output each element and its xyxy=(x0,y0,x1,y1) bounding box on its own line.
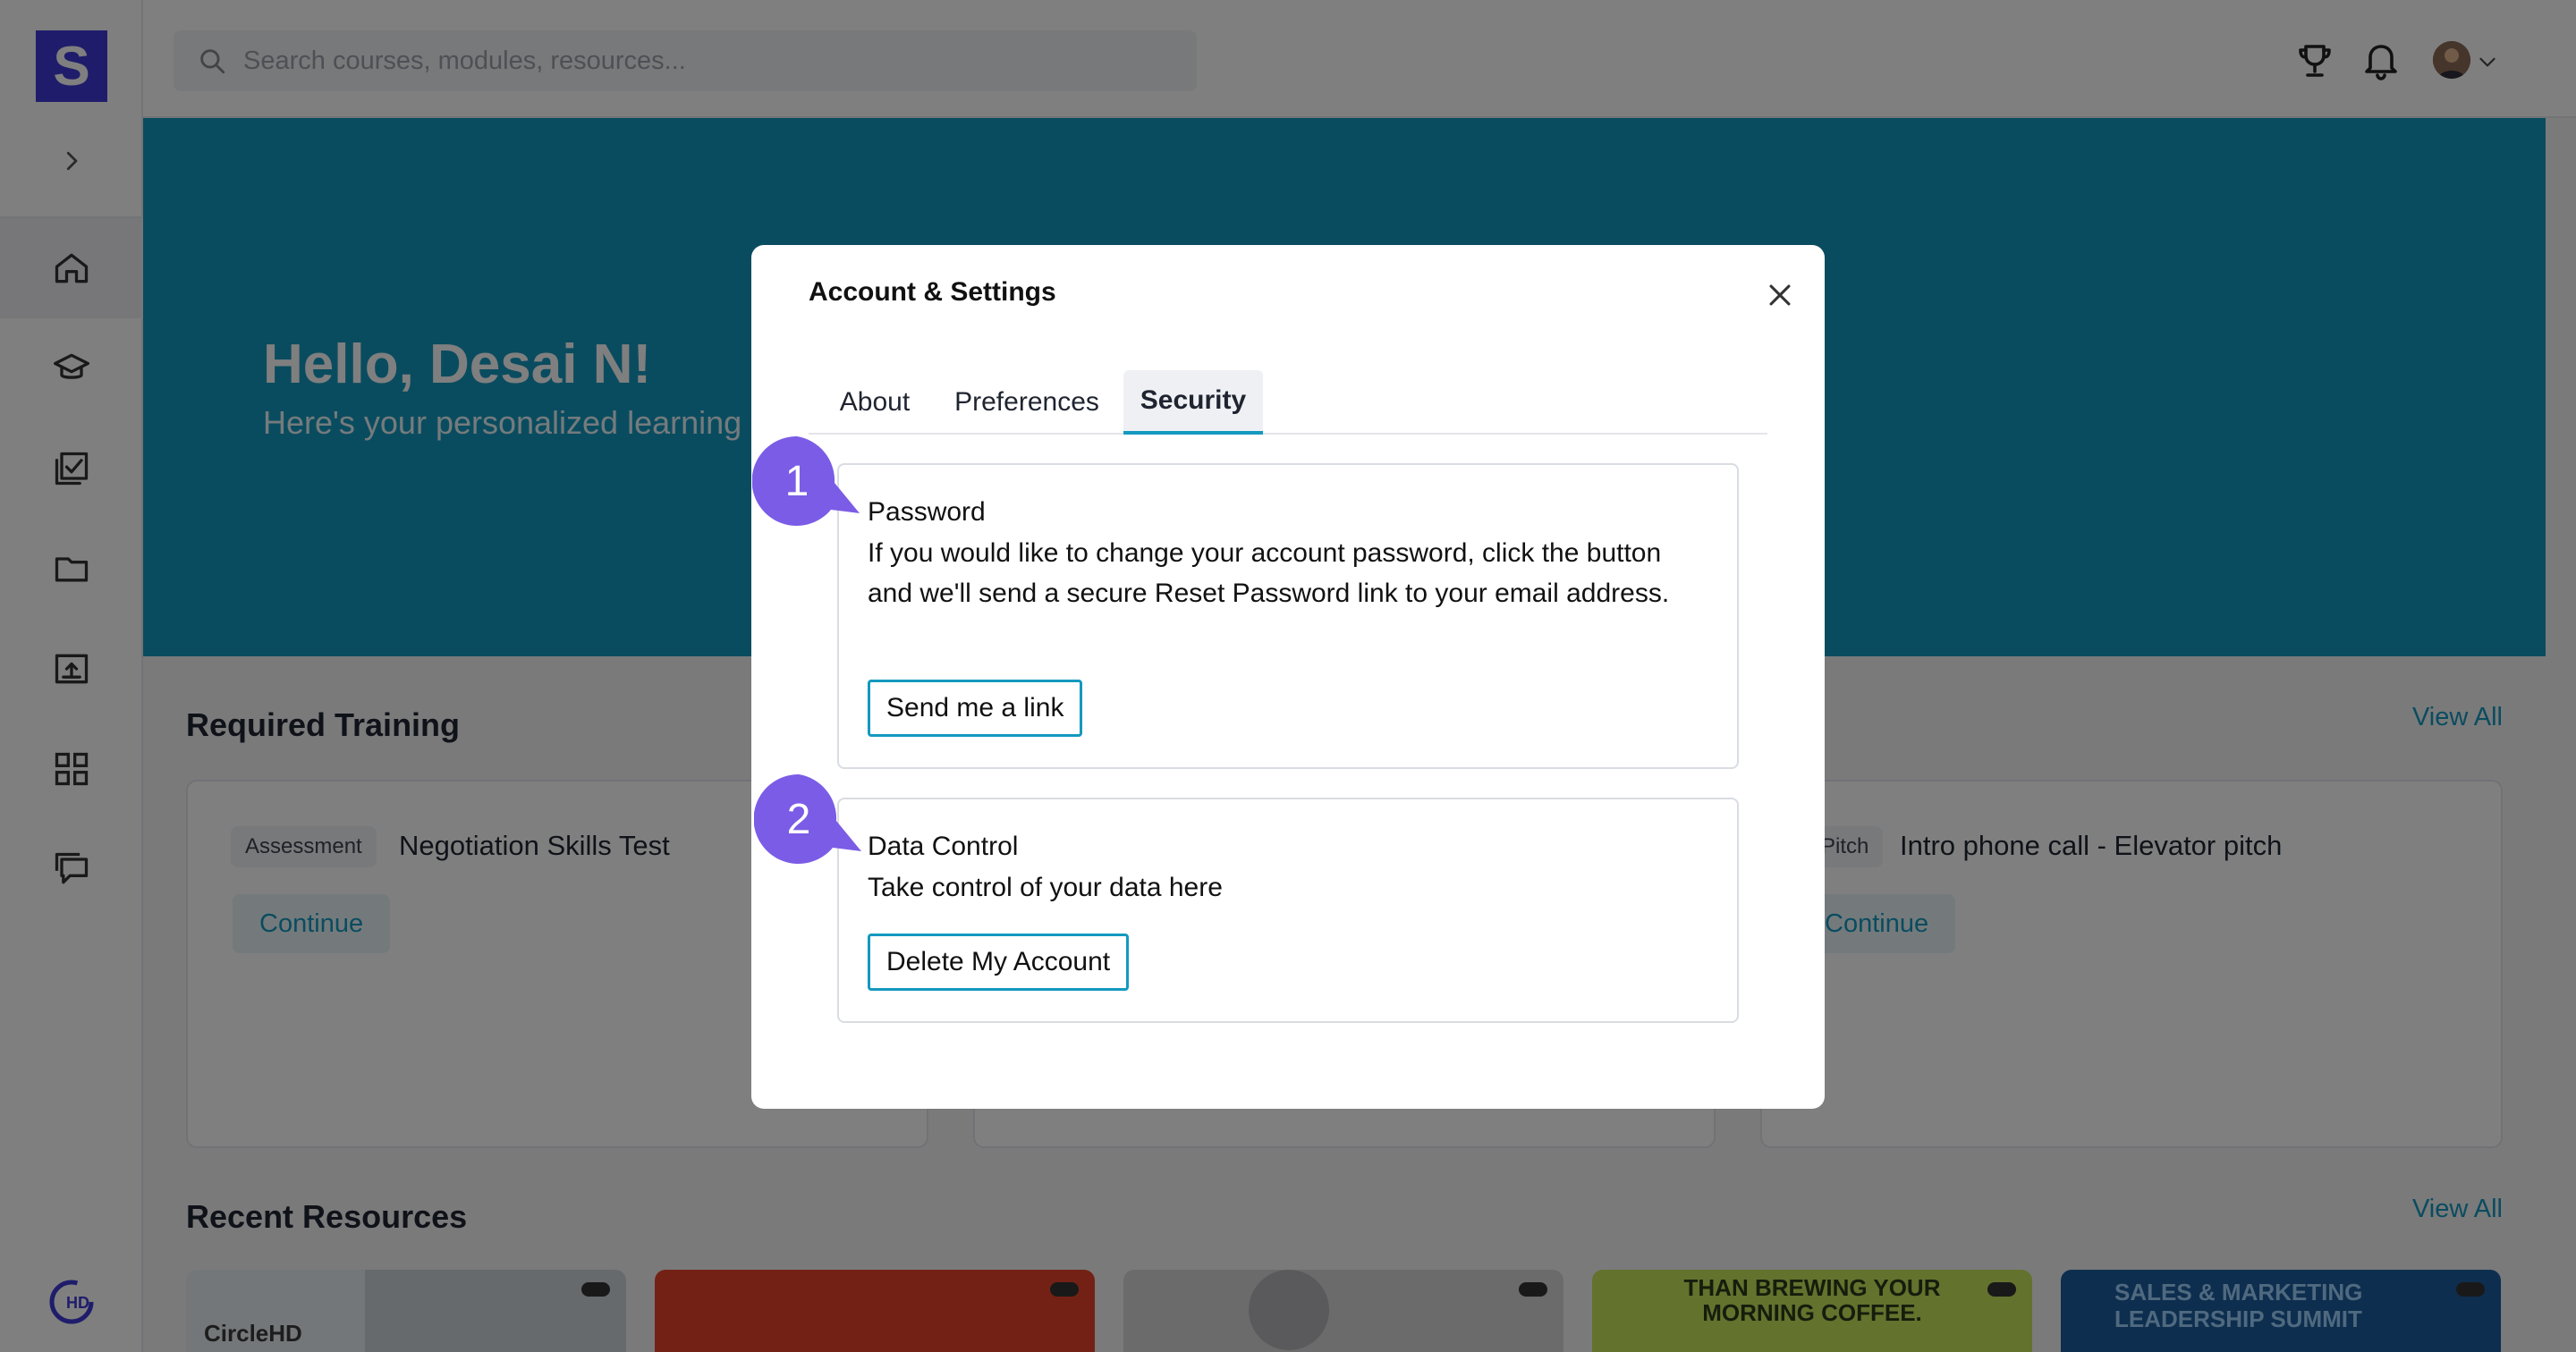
step-badge: 2 xyxy=(753,773,863,864)
step-number: 1 xyxy=(784,457,809,505)
tab-about[interactable]: About xyxy=(809,370,941,435)
password-panel: Password If you would like to change you… xyxy=(837,463,1739,769)
data-control-panel: Data Control Take control of your data h… xyxy=(837,798,1739,1023)
delete-account-button[interactable]: Delete My Account xyxy=(868,934,1130,991)
step-number: 2 xyxy=(786,795,811,843)
close-icon xyxy=(1769,284,1791,306)
step-badge: 1 xyxy=(751,435,861,526)
data-control-title: Data Control xyxy=(868,832,1019,861)
password-description: If you would like to change your account… xyxy=(868,538,1670,608)
send-reset-link-button[interactable]: Send me a link xyxy=(868,680,1083,737)
account-settings-modal: Account & Settings About Preferences Sec… xyxy=(751,245,1825,1109)
tab-security[interactable]: Security xyxy=(1123,370,1263,435)
tab-preferences[interactable]: Preferences xyxy=(941,370,1113,435)
close-button[interactable] xyxy=(1762,277,1798,313)
settings-tabs: About Preferences Security xyxy=(809,370,1767,435)
data-control-description: Take control of your data here xyxy=(868,873,1223,902)
modal-title: Account & Settings xyxy=(809,277,1056,307)
password-title: Password xyxy=(868,497,986,527)
